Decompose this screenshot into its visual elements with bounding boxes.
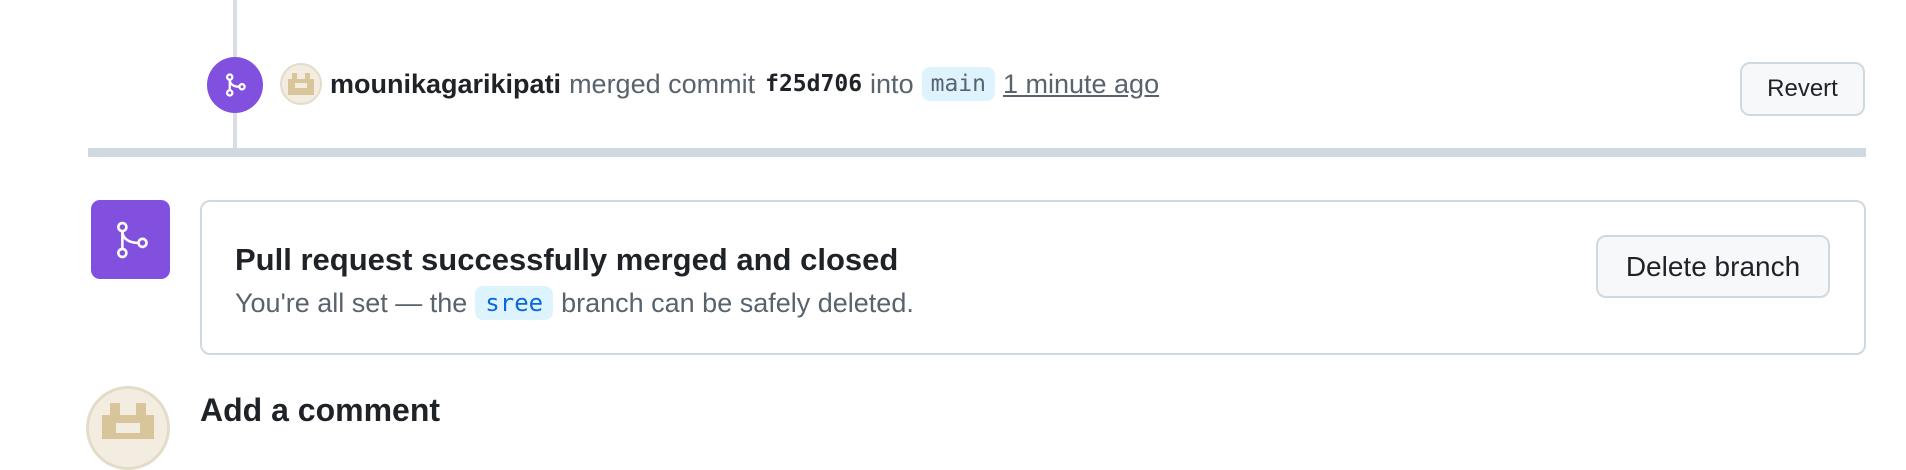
into-text: into xyxy=(870,68,914,99)
git-merge-icon xyxy=(116,221,148,258)
target-branch-label[interactable]: main xyxy=(921,67,995,101)
relative-time-link[interactable]: 1 minute ago xyxy=(1003,69,1159,100)
merge-event: mounikagarikipati merged commit f25d706 … xyxy=(280,62,1159,106)
add-comment-heading: Add a comment xyxy=(200,392,441,428)
revert-button[interactable]: Revert xyxy=(1740,62,1865,116)
current-user-avatar xyxy=(86,386,170,470)
merge-status-title: Pull request successfully merged and clo… xyxy=(235,242,899,277)
merged-status-icon xyxy=(91,200,170,279)
head-branch-label[interactable]: sree xyxy=(475,286,554,320)
identicon-avatar-icon xyxy=(288,73,314,95)
merge-badge xyxy=(207,57,263,113)
status-desc-suffix: branch can be safely deleted. xyxy=(561,287,914,318)
merge-action-text: merged commit xyxy=(569,68,756,99)
delete-branch-button[interactable]: Delete branch xyxy=(1596,235,1830,298)
identicon-avatar-icon xyxy=(102,403,154,439)
timeline-separator xyxy=(88,148,1866,157)
commit-sha-link[interactable]: f25d706 xyxy=(765,71,862,97)
author-avatar[interactable] xyxy=(280,63,322,105)
status-desc-prefix: You're all set — the xyxy=(235,287,468,318)
merge-status-description: You're all set — the sree branch can be … xyxy=(235,286,914,320)
author-link[interactable]: mounikagarikipati xyxy=(330,69,561,100)
merge-status-box: Pull request successfully merged and clo… xyxy=(200,200,1866,355)
git-merge-icon xyxy=(225,73,246,97)
